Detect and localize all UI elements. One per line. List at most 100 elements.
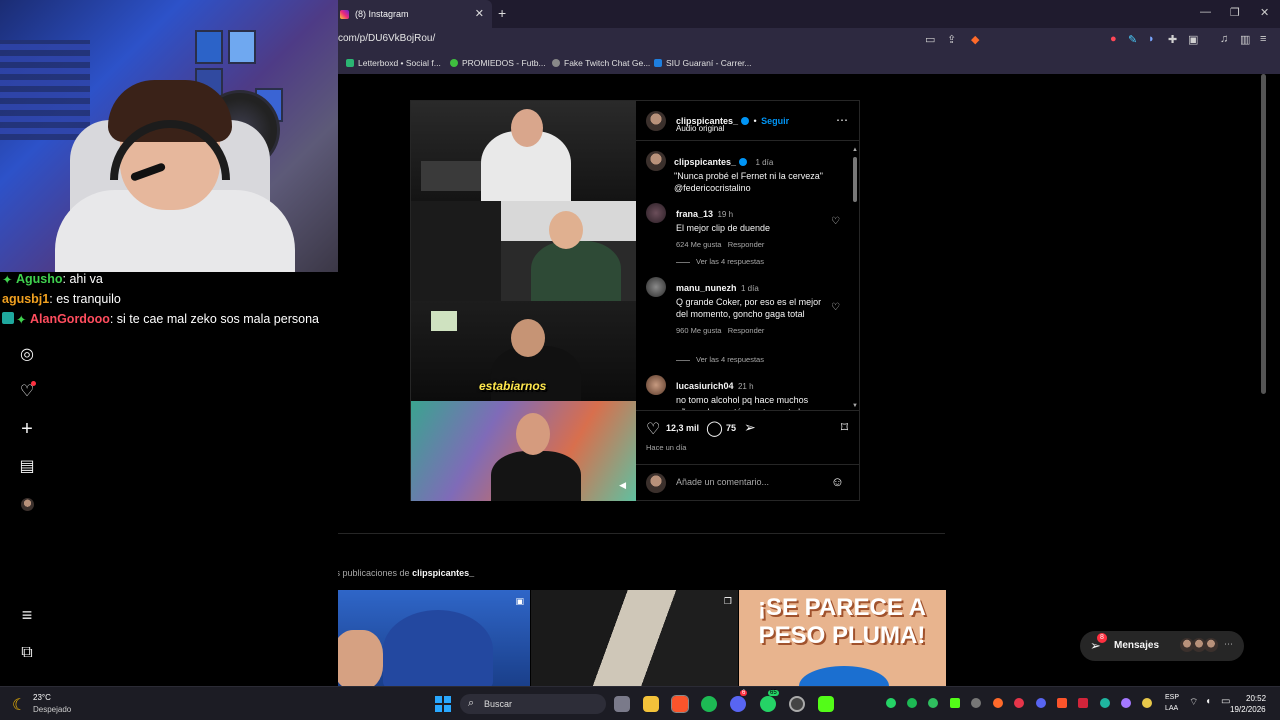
translate-extension-icon[interactable]: ✎	[1128, 33, 1137, 46]
author-avatar[interactable]	[646, 111, 666, 131]
wifi-icon[interactable]: ⌔	[1189, 696, 1198, 709]
bookmark-item[interactable]: SIU Guaraní - Carrer...	[654, 58, 752, 68]
tray-spotify-icon[interactable]	[907, 698, 917, 708]
audio-label[interactable]: Audio original	[676, 124, 724, 133]
author-avatar[interactable]	[646, 151, 666, 171]
explore-compass-icon[interactable]: ◎	[18, 346, 36, 364]
video-frame: ◀	[411, 401, 636, 501]
reply-button[interactable]: Responder	[728, 326, 765, 335]
audio-extension-icon[interactable]: ◗	[1148, 33, 1155, 45]
bookmark-item[interactable]: PROMIEDOS - Futb...	[450, 58, 546, 68]
kick-icon[interactable]	[818, 696, 834, 712]
likes-count[interactable]: 12,3 mil	[666, 423, 699, 433]
view-replies-button[interactable]: Ver las 4 respuestas	[676, 257, 764, 266]
more-post-thumbnail[interactable]: ▣	[338, 590, 530, 686]
volume-icon[interactable]: ◖	[1205, 696, 1211, 707]
new-tab-button[interactable]: +	[498, 5, 506, 21]
like-comment-heart-icon[interactable]: ♡	[831, 302, 840, 313]
wall-poster	[195, 30, 223, 64]
more-post-thumbnail[interactable]: ❐	[531, 590, 738, 686]
url-field[interactable]: com/p/DU6VkBojRou/	[338, 33, 435, 44]
post-actions: ♡ 12,3 mil ◯ 75 ➢ ⌑ Hace un día	[636, 410, 860, 464]
bookmark-item[interactable]: Letterboxd • Social f...	[346, 58, 441, 68]
extension-red-icon[interactable]: ●	[1110, 33, 1117, 45]
comment-likes[interactable]: 960 Me gusta	[676, 326, 721, 335]
minimize-icon[interactable]: —	[1200, 6, 1211, 18]
follow-button[interactable]: Seguir	[761, 116, 789, 126]
create-plus-icon[interactable]: +	[18, 419, 36, 439]
clock-time[interactable]: 20:52	[1246, 694, 1266, 703]
save-bookmark-icon[interactable]: ⌑	[841, 419, 848, 436]
windows-start-icon[interactable]	[435, 696, 451, 712]
close-window-icon[interactable]: ✕	[1260, 6, 1269, 19]
scroll-thumb[interactable]	[853, 157, 857, 202]
emoji-icon[interactable]: ☺	[831, 474, 844, 489]
browser-tab[interactable]: (8) Instagram ✕	[338, 0, 492, 28]
reply-button[interactable]: Responder	[728, 240, 765, 249]
dashboard-icon[interactable]: ▤	[18, 458, 36, 476]
tray-kick-icon[interactable]	[950, 698, 960, 708]
share-paper-plane-icon[interactable]: ➢	[744, 419, 756, 436]
post-video[interactable]: ◀ estabiarnos	[411, 101, 636, 501]
task-view-icon[interactable]	[614, 696, 630, 712]
whatsapp-icon[interactable]	[760, 696, 776, 712]
scroll-up-icon[interactable]: ▲	[852, 147, 858, 153]
like-comment-heart-icon[interactable]: ♡	[831, 216, 840, 227]
comments-scrollbar[interactable]: ▲ ▼	[852, 147, 858, 409]
tray-app-icon[interactable]	[993, 698, 1003, 708]
tray-app-icon[interactable]	[1100, 698, 1110, 708]
search-box[interactable]: ⌕ Buscar	[460, 694, 606, 714]
file-explorer-icon[interactable]	[643, 696, 659, 712]
weather-moon-icon[interactable]: ☾	[12, 695, 26, 715]
weather-desc[interactable]: Despejado	[33, 705, 71, 714]
scroll-down-icon[interactable]: ▼	[852, 403, 858, 409]
tray-brave-icon[interactable]	[1057, 698, 1067, 708]
commenter-avatar[interactable]	[646, 277, 666, 297]
more-menu-icon[interactable]: ≡	[18, 606, 36, 624]
tray-app-icon[interactable]	[1121, 698, 1131, 708]
obs-icon[interactable]	[789, 696, 805, 712]
menu-icon[interactable]: ≡	[1260, 33, 1266, 45]
bookmark-item[interactable]: Fake Twitch Chat Ge...	[552, 58, 650, 68]
comment-bubble-icon[interactable]: ◯	[706, 419, 723, 437]
tray-app-icon[interactable]	[1014, 698, 1024, 708]
more-post-thumbnail[interactable]: ¡SE PARECE A PESO PLUMA!	[739, 590, 946, 686]
commenter-avatar[interactable]	[646, 375, 666, 395]
also-from-meta-icon[interactable]: ⧉	[18, 644, 36, 662]
comment-likes[interactable]: 624 Me gusta	[676, 240, 721, 249]
language-bottom[interactable]: LAA	[1165, 705, 1178, 712]
messages-button[interactable]: ➢ 8 Mensajes ⋯	[1080, 631, 1244, 661]
notifications-heart-icon[interactable]: ♡	[18, 381, 36, 401]
like-heart-icon[interactable]: ♡	[646, 419, 660, 439]
profile-avatar[interactable]	[18, 495, 36, 513]
more-options-icon[interactable]: ⋯	[836, 113, 848, 127]
browser-titlebar: (8) Instagram ✕ + — ❐ ✕	[338, 0, 1280, 28]
restore-icon[interactable]: ❐	[1230, 6, 1240, 19]
clock-date[interactable]: 19/2/2026	[1230, 705, 1266, 714]
commenter-avatar[interactable]	[646, 203, 666, 223]
close-tab-icon[interactable]: ✕	[475, 7, 484, 20]
tray-app-icon[interactable]	[1078, 698, 1088, 708]
media-icon[interactable]: ♫	[1220, 33, 1228, 45]
tray-discord-icon[interactable]	[1036, 698, 1046, 708]
tray-mic-icon[interactable]	[1142, 698, 1152, 708]
cast-icon[interactable]: ▭	[925, 33, 935, 46]
sidebar-toggle-icon[interactable]: ▥	[1240, 33, 1250, 46]
page-scrollbar[interactable]	[1258, 74, 1268, 686]
tray-app-icon[interactable]	[928, 698, 938, 708]
comment-input[interactable]: Añade un comentario...	[676, 477, 769, 487]
weather-temp[interactable]: 23°C	[33, 693, 51, 702]
brave-shield-icon[interactable]: ◆	[971, 33, 979, 46]
share-icon[interactable]: ⇪	[947, 33, 956, 46]
language-top[interactable]: ESP	[1165, 694, 1179, 701]
tab-search-icon[interactable]: ▣	[1188, 33, 1198, 46]
spotify-icon[interactable]	[701, 696, 717, 712]
tray-obs-icon[interactable]	[971, 698, 981, 708]
caption-mention[interactable]: @federicocristalino	[674, 182, 849, 194]
discord-icon[interactable]	[730, 696, 746, 712]
brave-browser-icon[interactable]	[671, 695, 689, 713]
view-replies-button[interactable]: Ver las 4 respuestas	[676, 355, 764, 364]
mute-icon[interactable]: ◀	[619, 480, 626, 491]
tray-whatsapp-icon[interactable]	[886, 698, 896, 708]
extensions-puzzle-icon[interactable]: ✚	[1168, 33, 1177, 46]
